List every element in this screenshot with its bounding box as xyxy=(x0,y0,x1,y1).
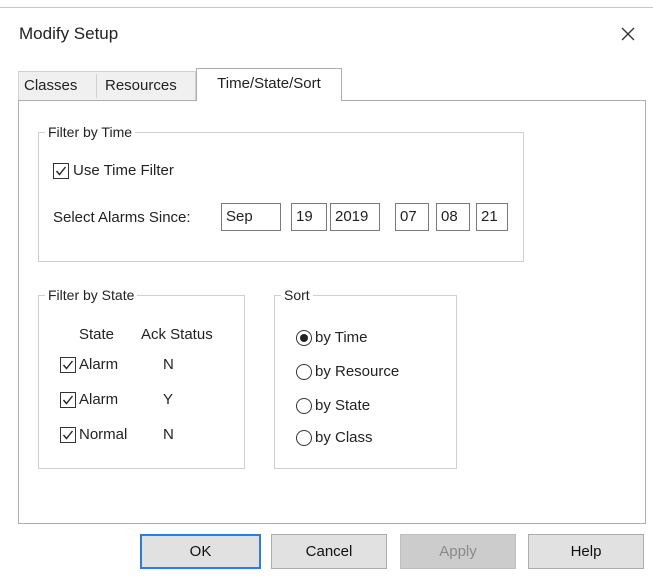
close-button[interactable] xyxy=(612,18,644,50)
second-field[interactable]: 21 xyxy=(476,203,508,231)
window-top-border xyxy=(0,7,653,8)
state-column-header: State xyxy=(79,326,115,343)
checkmark-icon xyxy=(55,166,67,176)
tab-resources[interactable]: Resources xyxy=(105,73,177,98)
day-field[interactable]: 19 xyxy=(291,203,327,231)
close-icon xyxy=(621,27,635,41)
filter-by-time-group: Filter by Time xyxy=(38,123,524,262)
sort-by-time-label: by Time xyxy=(315,329,368,346)
use-time-filter-checkbox[interactable] xyxy=(53,163,69,179)
sort-by-resource-radio[interactable] xyxy=(296,364,312,380)
state-row-state: Normal xyxy=(79,426,128,443)
sort-label: Sort xyxy=(281,286,313,304)
apply-button[interactable]: Apply xyxy=(400,534,516,569)
tab-classes[interactable]: Classes xyxy=(24,73,77,98)
state-row-ack: Y xyxy=(163,391,174,408)
checkmark-icon xyxy=(62,360,74,370)
select-alarms-since-label: Select Alarms Since: xyxy=(53,209,191,226)
tab-time-state-sort[interactable]: Time/State/Sort xyxy=(196,68,342,101)
sort-by-state-radio[interactable] xyxy=(296,398,312,414)
ack-status-column-header: Ack Status xyxy=(141,326,213,343)
state-row-ack: N xyxy=(163,356,174,373)
sort-by-class-radio[interactable] xyxy=(296,430,312,446)
month-field[interactable]: Sep xyxy=(221,203,281,231)
sort-by-state-label: by State xyxy=(315,397,371,414)
filter-by-time-label: Filter by Time xyxy=(45,123,136,141)
cancel-button[interactable]: Cancel xyxy=(271,534,387,569)
state-row-alarm-y-checkbox[interactable] xyxy=(60,392,76,408)
checkmark-icon xyxy=(62,430,74,440)
state-row-state: Alarm xyxy=(79,391,119,408)
checkmark-icon xyxy=(62,395,74,405)
ok-button[interactable]: OK xyxy=(140,534,261,569)
year-field[interactable]: 2019 xyxy=(330,203,380,231)
state-row-alarm-n-checkbox[interactable] xyxy=(60,357,76,373)
filter-by-state-label: Filter by State xyxy=(45,286,138,304)
radio-selected-dot xyxy=(300,334,308,342)
use-time-filter-label: Use Time Filter xyxy=(73,162,174,179)
hour-field[interactable]: 07 xyxy=(395,203,429,231)
minute-field[interactable]: 08 xyxy=(436,203,470,231)
state-row-ack: N xyxy=(163,426,174,443)
sort-by-resource-label: by Resource xyxy=(315,363,400,380)
state-row-state: Alarm xyxy=(79,356,119,373)
tab-separator xyxy=(96,74,97,98)
state-row-normal-n-checkbox[interactable] xyxy=(60,427,76,443)
window-title: Modify Setup xyxy=(19,24,119,43)
help-button[interactable]: Help xyxy=(528,534,644,569)
sort-by-time-radio[interactable] xyxy=(296,330,312,346)
sort-by-class-label: by Class xyxy=(315,429,373,446)
